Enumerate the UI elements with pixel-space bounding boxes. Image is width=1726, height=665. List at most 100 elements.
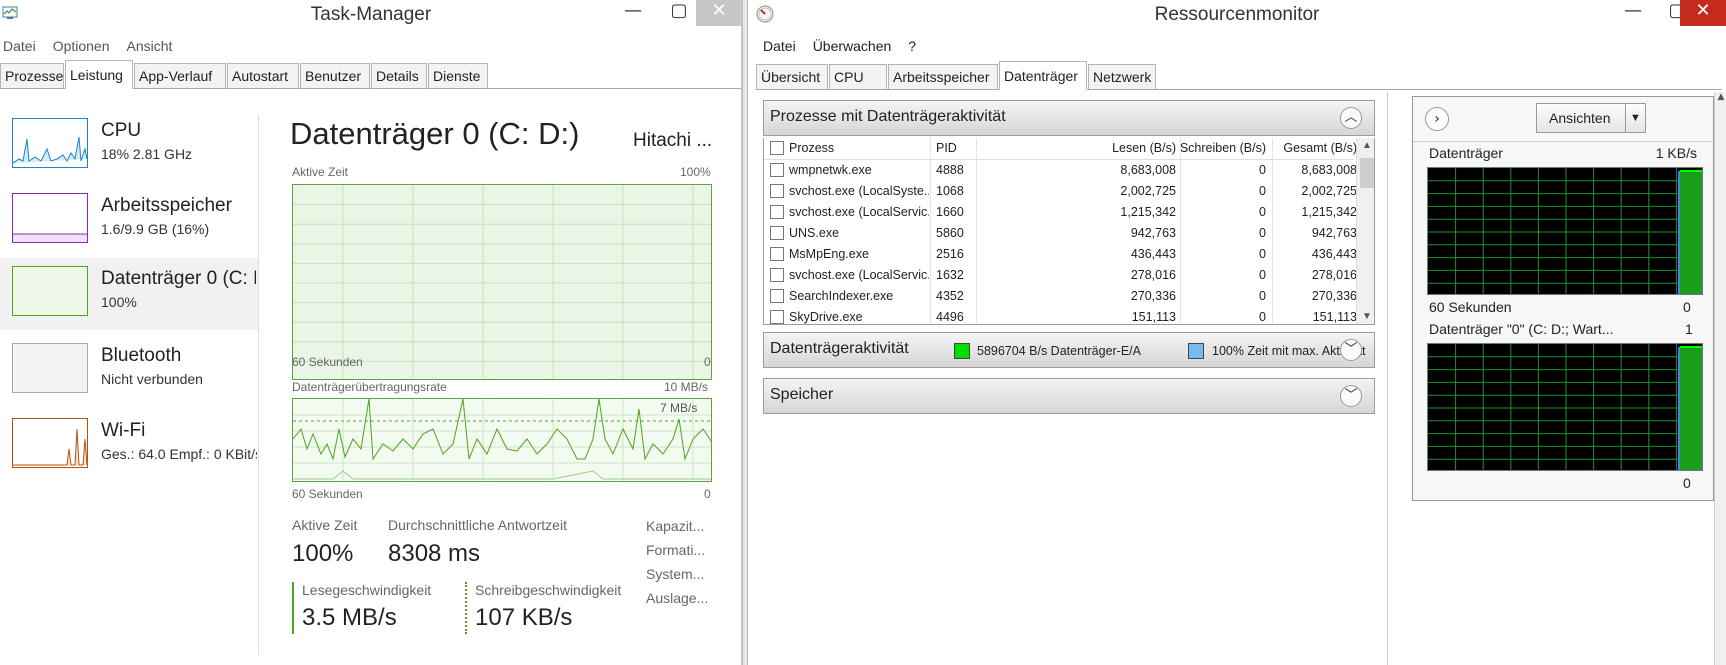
row-checkbox[interactable] [770,247,784,261]
table-row[interactable]: UNS.exe 5860 942,763 0 942,763 [764,223,1357,244]
chevron-down-icon[interactable]: ﹀ [1340,385,1362,407]
tab-autostart[interactable]: Autostart [227,63,299,89]
tab-dienste[interactable]: Dienste [428,63,488,89]
scroll-down-icon[interactable]: ▼ [1357,311,1374,322]
row-checkbox[interactable] [770,268,784,282]
perf-item-memory[interactable]: Arbeitsspeicher 1.6/9.9 GB (16%) [0,185,258,257]
table-row[interactable]: wmpnetwk.exe 4888 8,683,008 0 8,683,008 [764,160,1357,181]
title-bar[interactable]: Task-Manager — ▢ ✕ [0,0,741,30]
title-bar[interactable]: Ressourcenmonitor — ▢ ✕ [748,0,1726,30]
cell-read: 436,443 [1130,247,1176,261]
tab-leistung[interactable]: Leistung [65,60,133,89]
stat-read-label: Lesegeschwindigkeit [302,582,432,598]
tab-details[interactable]: Details [371,63,427,89]
tab-benutzer[interactable]: Benutzer [300,63,370,89]
row-checkbox[interactable] [770,205,784,219]
grid [1428,344,1702,470]
perf-item-wifi[interactable]: Wi-Fi Ges.: 64.0 Empf.: 0 KBit/s [0,410,258,482]
row-checkbox[interactable] [770,226,784,240]
row-checkbox[interactable] [770,163,784,177]
tab-datentraeger[interactable]: Datenträger [999,61,1087,90]
column-header-write[interactable]: Schreiben (B/s) [1178,141,1266,155]
table-row[interactable]: SearchIndexer.exe 4352 270,336 0 270,336 [764,286,1357,307]
cell-total: 278,016 [1311,268,1357,282]
perf-item-disk[interactable]: Datenträger 0 (C: D:) 100% [0,258,258,330]
column-header-process[interactable]: Prozess [789,141,834,155]
bluetooth-thumbnail [12,343,88,393]
graph-x-label: 60 Sekunden [292,355,363,369]
scroll-up-icon[interactable]: ▲ [1357,140,1374,151]
table-row[interactable]: MsMpEng.exe 2516 436,443 0 436,443 [764,244,1357,265]
window-title: Ressourcenmonitor [1154,4,1320,25]
close-button[interactable]: ✕ [1680,0,1726,26]
cell-process: UNS.exe [789,226,840,240]
cell-process: SkyDrive.exe [789,310,863,324]
minimize-button[interactable]: — [610,0,656,26]
table-header: Prozess PID Lesen (B/s) Schreiben (B/s) … [764,138,1357,160]
table-row[interactable]: svchost.exe (LocalServic... 1660 1,215,3… [764,202,1357,223]
cell-read: 151,113 [1131,310,1176,324]
cell-pid: 2516 [936,247,964,261]
pane-scrollbar[interactable]: ▲ [1714,92,1726,665]
cell-pid: 4352 [936,289,964,303]
cell-process: svchost.exe (LocalSyste... [789,184,929,198]
cell-pid: 1660 [936,205,964,219]
menu-datei[interactable]: Datei [763,34,796,58]
row-checkbox[interactable] [770,289,784,303]
tab-app-verlauf[interactable]: App-Verlauf [134,63,226,89]
chevron-down-icon[interactable]: ﹀ [1340,339,1362,361]
io-legend-text: 5896704 B/s Datenträger-E/A [977,344,1141,358]
perf-item-title: Arbeitsspeicher [101,195,232,216]
tab-arbeitsspeicher[interactable]: Arbeitsspeicher [888,64,998,90]
close-button[interactable]: ✕ [696,0,741,26]
perf-item-cpu[interactable]: CPU 18% 2.81 GHz [0,110,258,182]
select-all-checkbox[interactable] [770,141,784,155]
vertical-scrollbar[interactable]: ▲ ▼ [1356,138,1374,324]
cell-total: 1,215,342 [1301,205,1357,219]
menu-optionen[interactable]: Optionen [53,34,110,58]
queue-activity-bar [1680,347,1702,470]
graph-max-label: 10 MB/s [664,380,709,394]
row-checkbox[interactable] [770,184,784,198]
scroll-up-icon[interactable]: ▲ [1715,92,1726,102]
perf-item-bluetooth[interactable]: Bluetooth Nicht verbunden [0,335,258,407]
cell-process: MsMpEng.exe [789,247,869,261]
cell-pid: 5860 [936,226,964,240]
cell-process: wmpnetwk.exe [789,163,872,177]
chevron-right-icon[interactable]: › [1425,107,1449,131]
tab-netzwerk[interactable]: Netzwerk [1088,64,1156,90]
cell-pid: 1632 [936,268,964,282]
column-header-pid[interactable]: PID [936,141,957,155]
cell-write: 0 [1259,289,1266,303]
disk-thumbnail [12,266,88,316]
row-checkbox[interactable] [770,310,784,324]
table-row[interactable]: svchost.exe (LocalServic... 1632 278,016… [764,265,1357,286]
scrollbar-thumb[interactable] [1360,158,1374,188]
table-row[interactable]: SkyDrive.exe 4496 151,113 0 151,113 [764,307,1357,324]
tab-cpu[interactable]: CPU [829,64,887,90]
panel-header-disk-activity[interactable]: Datenträgeraktivität 5896704 B/s Datentr… [763,332,1375,368]
tab-bar: Übersicht CPU Arbeitsspeicher Datenträge… [756,61,1722,90]
menu-ansicht[interactable]: Ansicht [127,34,173,58]
cell-read: 270,336 [1130,289,1176,303]
menu-help[interactable]: ? [908,34,916,58]
dropdown-arrow-icon[interactable]: ▼ [1625,104,1645,132]
table-row[interactable]: svchost.exe (LocalSyste... 1068 2,002,72… [764,181,1357,202]
time-legend-swatch [1188,343,1204,359]
grid [293,399,711,481]
tab-prozesse[interactable]: Prozesse [0,63,64,89]
panel-header-processes[interactable]: Prozesse mit Datenträgeraktivität ︿ [763,100,1375,136]
perf-item-subtitle: Nicht verbunden [101,371,203,387]
chevron-up-icon[interactable]: ︿ [1340,107,1362,129]
menu-datei[interactable]: Datei [3,34,36,58]
views-button[interactable]: Ansichten ▼ [1536,103,1646,133]
tab-uebersicht[interactable]: Übersicht [756,64,828,90]
column-header-read[interactable]: Lesen (B/s) [1016,141,1176,155]
column-header-total[interactable]: Gesamt (B/s) [1269,141,1357,155]
minimize-button[interactable]: — [1610,0,1656,26]
transfer-rate-graph: 7 MB/s [292,398,712,482]
panel-header-storage[interactable]: Speicher ﹀ [763,378,1375,414]
write-indicator [465,582,467,634]
cell-read: 2,002,725 [1120,184,1176,198]
menu-ueberwachen[interactable]: Überwachen [813,34,892,58]
